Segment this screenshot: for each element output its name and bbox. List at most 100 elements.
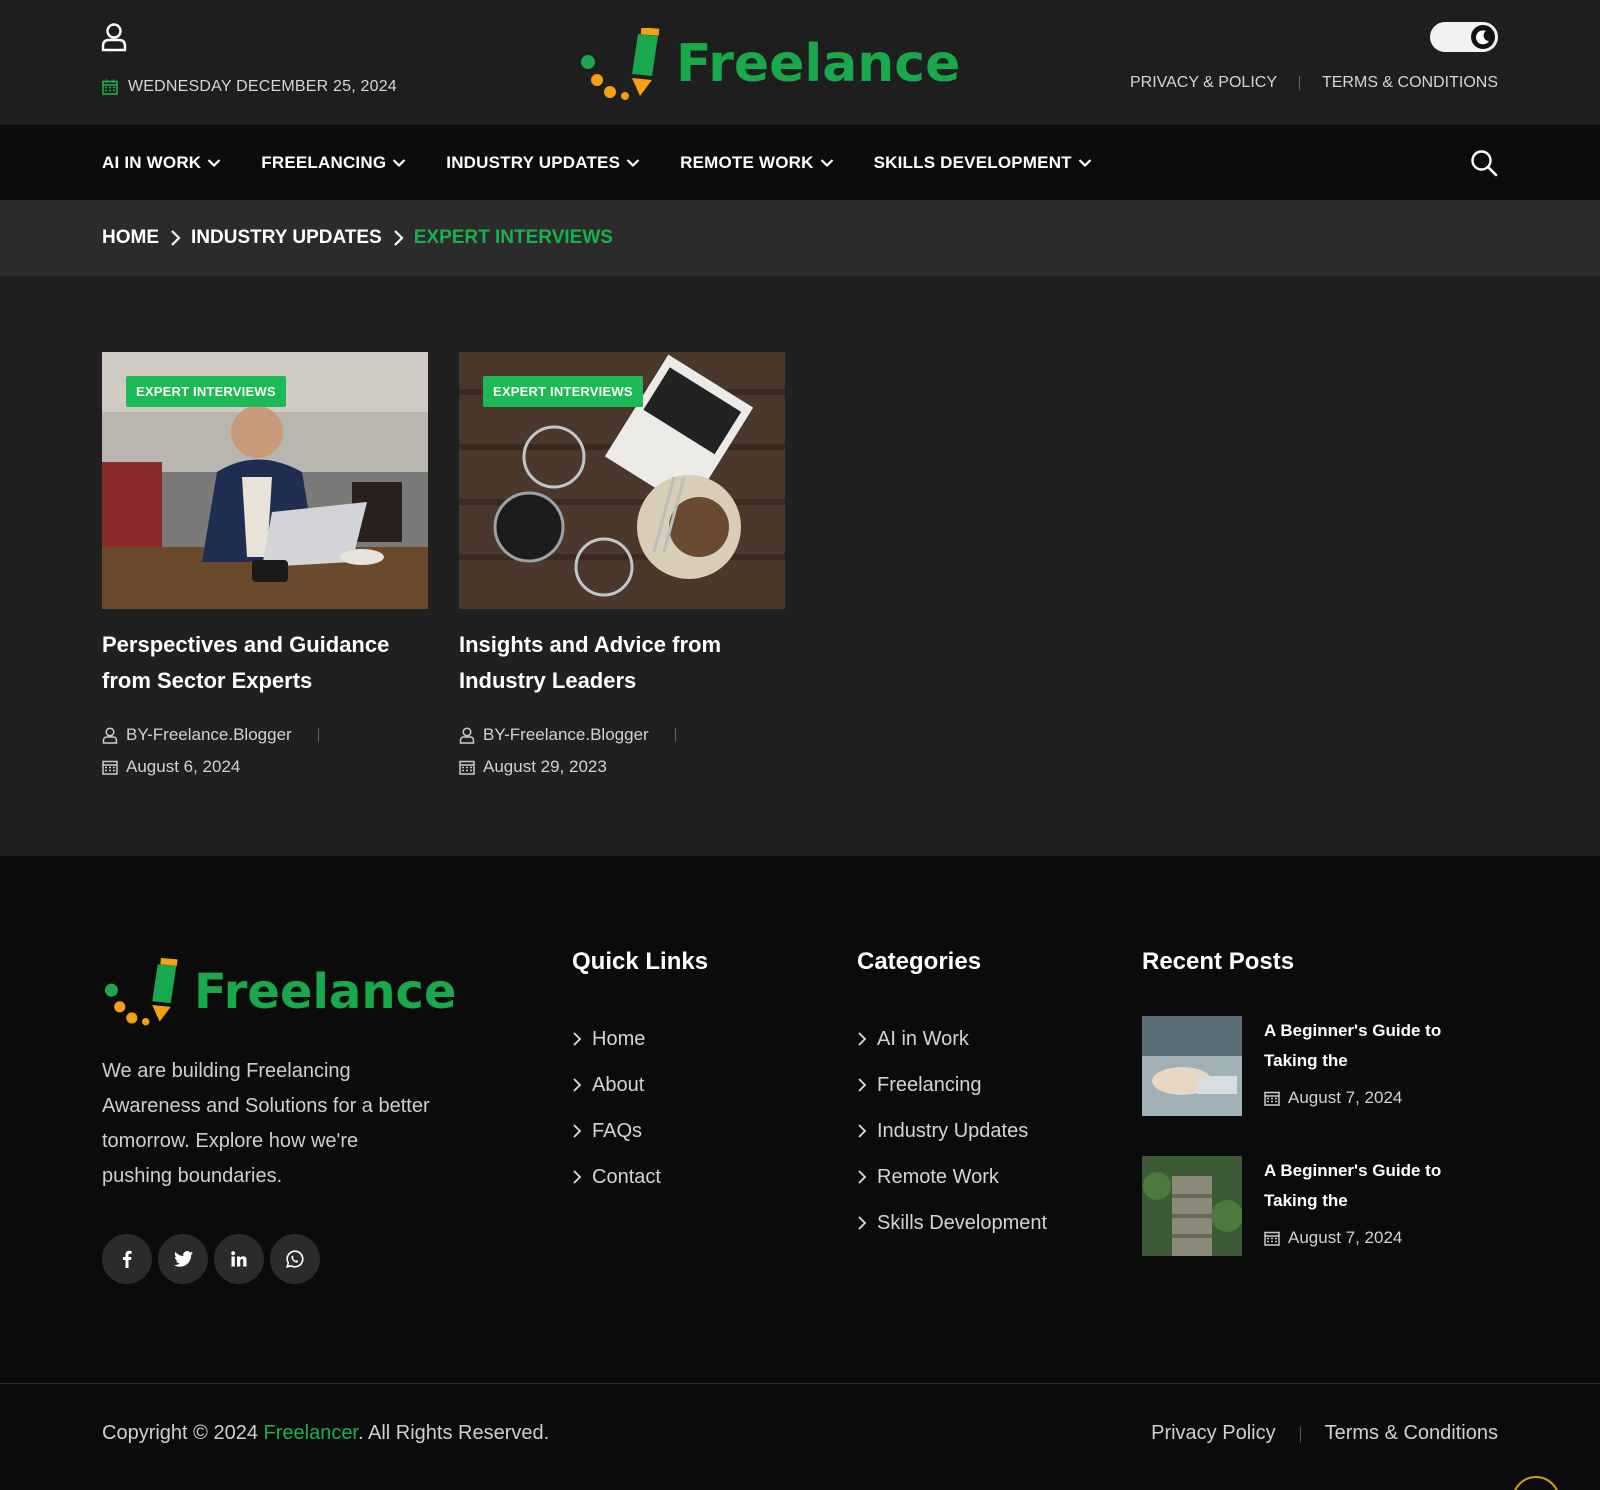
post-author[interactable]: BY-Freelance.Blogger [483,725,649,745]
link-label: Home [592,1027,646,1050]
copyright-brand-link[interactable]: Freelancer [264,1422,359,1444]
footer-about-text: We are building Freelancing Awareness an… [102,1060,430,1187]
search-icon[interactable] [1470,149,1498,177]
footer-link-home[interactable]: Home [572,1016,708,1062]
social-links [102,1234,320,1284]
recent-post-title[interactable]: A Beginner's Guide to Taking the [1264,1156,1464,1216]
breadcrumb-current: EXPERT INTERVIEWS [413,227,613,248]
chevron-down-icon [1078,158,1092,167]
link-label: FAQs [592,1119,643,1142]
category-link-freelancing[interactable]: Freelancing [857,1062,1047,1108]
recent-posts-heading: Recent Posts [1142,948,1295,975]
dark-mode-toggle[interactable] [1430,22,1498,52]
nav-item-ai-in-work[interactable]: AI IN WORK [102,153,221,173]
scroll-to-top-button[interactable] [1512,1476,1560,1490]
footer-bottom-links: Privacy Policy Terms & Conditions [1151,1422,1498,1445]
nav-label: FREELANCING [261,152,387,172]
twitter-icon[interactable] [158,1234,208,1284]
nav-item-freelancing[interactable]: FREELANCING [261,153,406,173]
category-badge[interactable]: EXPERT INTERVIEWS [126,376,286,407]
divider [1298,76,1300,90]
nav-label: AI IN WORK [102,152,202,172]
post-image[interactable]: EXPERT INTERVIEWS [102,352,428,609]
privacy-policy-link[interactable]: PRIVACY & POLICY [1130,74,1277,92]
chevron-right-icon [858,1216,867,1230]
recent-post-date: August 7, 2024 [1264,1228,1464,1248]
site-footer: Freelance We are building Freelancing Aw… [0,856,1600,1490]
logo-text: Freelance [676,34,961,94]
breadcrumb-home[interactable]: HOME [102,227,159,249]
nav-item-skills-development[interactable]: SKILLS DEVELOPMENT [874,153,1092,173]
date-text: August 7, 2024 [1288,1228,1403,1247]
top-links: PRIVACY & POLICY TERMS & CONDITIONS [1130,74,1498,92]
post-date: August 6, 2024 [126,757,241,776]
chevron-right-icon [573,1032,582,1046]
recent-post: A Beginner's Guide to Taking the August … [1142,1156,1464,1256]
chevron-right-icon [858,1078,867,1092]
calendar-icon [102,79,118,95]
link-label: Freelancing [877,1073,982,1096]
footer-link-contact[interactable]: Contact [572,1154,708,1200]
post-image[interactable]: EXPERT INTERVIEWS [459,352,785,609]
chevron-down-icon [626,158,640,167]
footer-divider [0,1383,1600,1384]
moon-icon [1471,25,1495,49]
link-label: Skills Development [877,1211,1048,1234]
chevron-down-icon [392,158,406,167]
category-link-skills-development[interactable]: Skills Development [857,1200,1047,1246]
recent-posts-column: Recent Posts A Beginner's Guide to Takin… [1142,948,1464,1296]
calendar-icon [1264,1231,1280,1246]
copyright-suffix: . All Rights Reserved. [358,1422,550,1444]
divider [317,728,319,742]
chevron-down-icon [820,158,833,167]
category-badge[interactable]: EXPERT INTERVIEWS [483,376,643,407]
quick-links-column: Quick Links Home About FAQs Contact [572,948,708,1200]
logo-mark-icon [581,28,660,100]
calendar-icon [1264,1091,1280,1106]
post-title[interactable]: Perspectives and Guidance from Sector Ex… [102,627,428,699]
recent-post-title[interactable]: A Beginner's Guide to Taking the [1264,1016,1464,1076]
category-link-ai-in-work[interactable]: AI in Work [857,1016,1047,1062]
divider [1299,1425,1301,1442]
chevron-right-icon [573,1124,582,1138]
chevron-right-icon [858,1170,867,1184]
chevron-right-icon [171,230,181,246]
footer-link-faqs[interactable]: FAQs [572,1108,708,1154]
site-logo[interactable]: Freelance [580,28,960,100]
whatsapp-icon[interactable] [270,1234,320,1284]
terms-conditions-link[interactable]: Terms & Conditions [1325,1422,1498,1445]
category-link-remote-work[interactable]: Remote Work [857,1154,1047,1200]
quick-links-heading: Quick Links [572,948,709,975]
recent-post-thumbnail[interactable] [1142,1016,1242,1116]
divider [674,728,676,742]
privacy-policy-link[interactable]: Privacy Policy [1151,1422,1275,1445]
nav-item-remote-work[interactable]: REMOTE WORK [680,153,833,173]
nav-label: SKILLS DEVELOPMENT [873,152,1072,172]
page: WEDNESDAY DECEMBER 25, 2024 Freelance PR… [0,0,1600,1490]
copyright-prefix: Copyright © 2024 [102,1422,264,1444]
footer-logo[interactable]: Freelance [104,958,457,1026]
date-text: August 7, 2024 [1288,1088,1403,1107]
nav-label: INDUSTRY UPDATES [446,152,621,172]
facebook-icon[interactable] [102,1234,152,1284]
chevron-down-icon [208,158,221,167]
nav-item-industry-updates[interactable]: INDUSTRY UPDATES [446,153,640,173]
categories-heading: Categories [857,948,982,975]
linkedin-icon[interactable] [214,1234,264,1284]
post-author[interactable]: BY-Freelance.Blogger [126,725,292,745]
top-header: WEDNESDAY DECEMBER 25, 2024 Freelance PR… [0,0,1600,125]
user-icon [102,726,118,744]
link-label: Contact [592,1165,661,1188]
logo-mark-icon [104,958,178,1026]
post-title[interactable]: Insights and Advice from Industry Leader… [459,627,785,699]
user-icon[interactable] [100,22,128,52]
terms-conditions-link[interactable]: TERMS & CONDITIONS [1322,74,1498,92]
breadcrumb-industry-updates[interactable]: INDUSTRY UPDATES [191,227,382,249]
date-text: WEDNESDAY DECEMBER 25, 2024 [128,78,397,95]
category-link-industry-updates[interactable]: Industry Updates [857,1108,1047,1154]
copyright: Copyright © 2024 Freelancer. All Rights … [102,1422,549,1445]
breadcrumb: HOME INDUSTRY UPDATES EXPERT INTERVIEWS [0,200,1600,276]
post-meta: BY-Freelance.Blogger August 6, 2024 [102,719,428,783]
footer-link-about[interactable]: About [572,1062,708,1108]
recent-post-thumbnail[interactable] [1142,1156,1242,1256]
